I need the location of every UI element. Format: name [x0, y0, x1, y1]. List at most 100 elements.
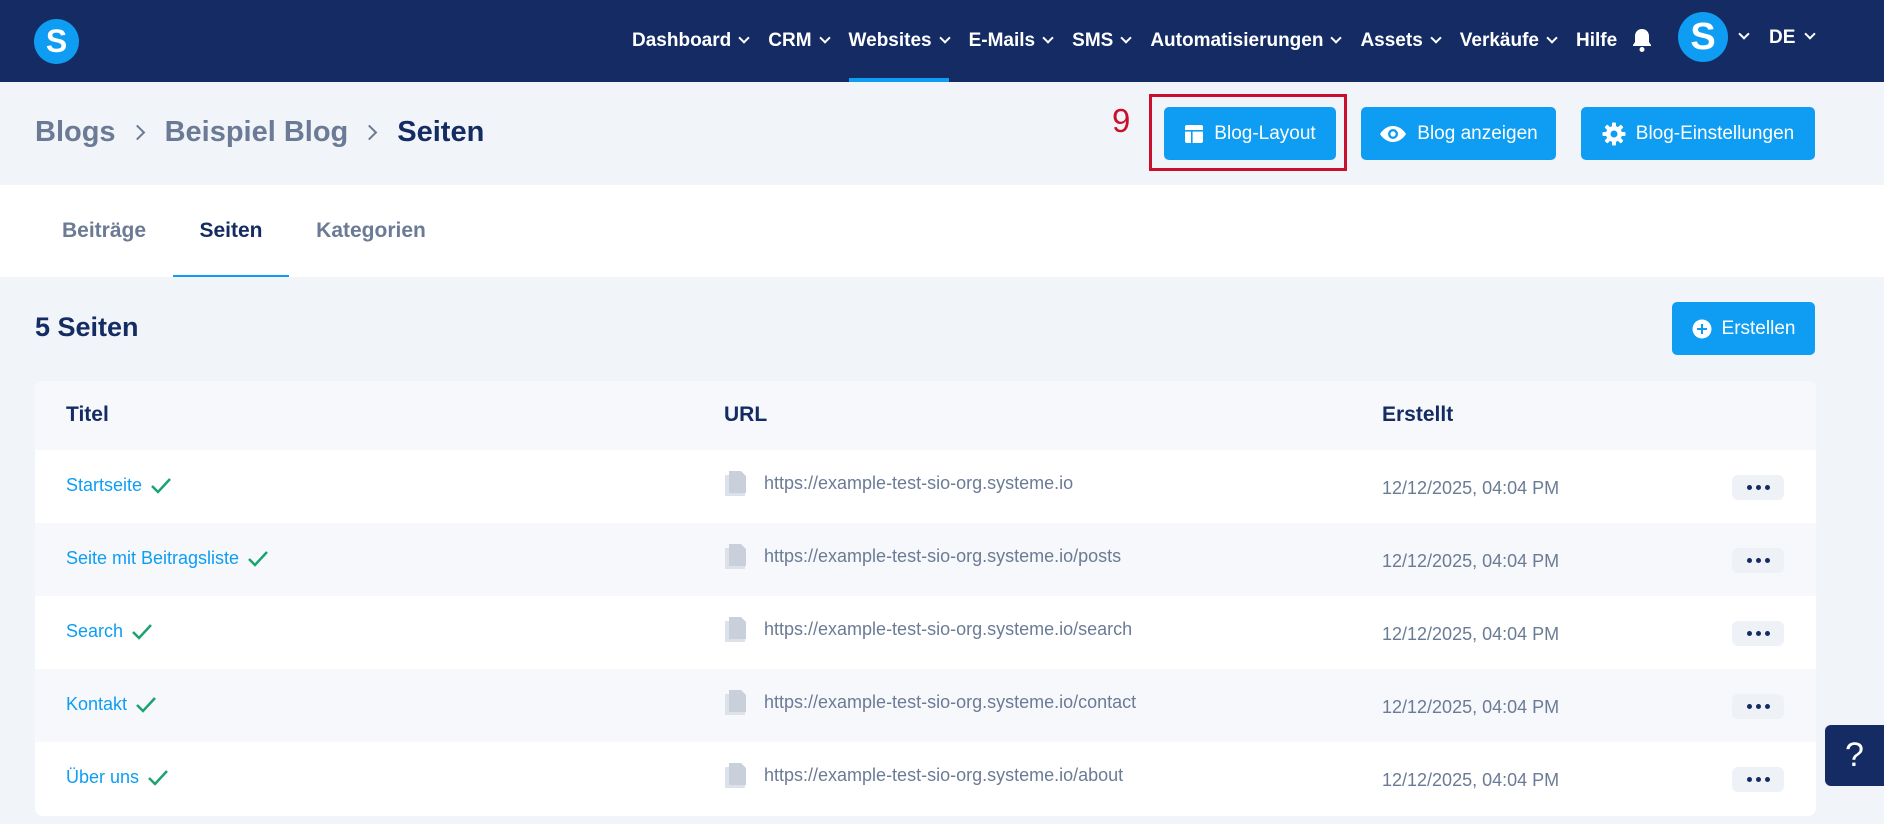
- nav-item-crm[interactable]: CRM: [768, 0, 831, 82]
- page-title-link[interactable]: Kontakt: [66, 694, 157, 715]
- step-annotation-number: 9: [1112, 102, 1131, 139]
- breadcrumb-seiten: Seiten: [397, 116, 485, 148]
- page-created-date: 12/12/2025, 04:04 PM: [1382, 551, 1560, 571]
- language-selector[interactable]: DE: [1769, 27, 1795, 49]
- blog-layout-button[interactable]: Blog-Layout: [1164, 107, 1336, 160]
- systeme-logo[interactable]: S: [34, 19, 79, 64]
- page-url: https://example-test-sio-org.systeme.io: [764, 473, 1074, 493]
- blog-view-button[interactable]: Blog anzeigen: [1361, 107, 1556, 160]
- nav-item-websites[interactable]: Websites: [848, 0, 951, 82]
- check-icon: [151, 477, 171, 494]
- nav-item-dashboard[interactable]: Dashboard: [632, 0, 750, 82]
- more-dots-icon: [1746, 777, 1752, 782]
- chevron-down-icon: [738, 32, 750, 44]
- tab-seiten[interactable]: Seiten: [173, 185, 289, 277]
- main-menu: Dashboard CRM Websites E-Mails SMS Autom…: [632, 0, 1637, 82]
- page-title-text: Kontakt: [66, 694, 128, 714]
- nav-label: CRM: [768, 30, 812, 51]
- check-icon: [136, 696, 156, 713]
- more-dots-icon: [1755, 777, 1761, 782]
- top-navigation: S Dashboard CRM Websites E-Mails SMS Aut…: [0, 0, 1884, 82]
- table-row: Kontakt https://example-test-sio-org.sys…: [35, 669, 1816, 742]
- more-dots-icon: [1746, 704, 1752, 709]
- nav-item-emails[interactable]: E-Mails: [968, 0, 1054, 82]
- page-title-link[interactable]: Über uns: [66, 767, 169, 788]
- nav-label: E-Mails: [968, 30, 1036, 51]
- more-dots-icon: [1764, 777, 1770, 782]
- blog-view-label: Blog anzeigen: [1417, 122, 1538, 144]
- nav-label: Automatisierungen: [1150, 30, 1324, 51]
- page-title-text: Seite mit Beitragsliste: [66, 548, 240, 568]
- gear-icon: [1602, 122, 1626, 145]
- create-label: Erstellen: [1721, 317, 1796, 339]
- check-icon: [132, 623, 152, 640]
- table-header: Titel URL Erstellt: [35, 381, 1816, 450]
- page-url: https://example-test-sio-org.systeme.io/…: [764, 765, 1124, 785]
- nav-item-verkaeufe[interactable]: Verkäufe: [1459, 0, 1558, 82]
- more-dots-icon: [1755, 704, 1761, 709]
- page-url: https://example-test-sio-org.systeme.io/…: [764, 546, 1122, 566]
- chevron-down-icon: [938, 32, 951, 44]
- page-title-link[interactable]: Seite mit Beitragsliste: [66, 548, 269, 569]
- page-created-date: 12/12/2025, 04:04 PM: [1382, 697, 1560, 717]
- nav-label: SMS: [1072, 30, 1114, 51]
- nav-item-sms[interactable]: SMS: [1072, 0, 1132, 82]
- nav-item-assets[interactable]: Assets: [1360, 0, 1442, 82]
- column-header-url: URL: [724, 403, 768, 426]
- chevron-down-icon[interactable]: [1738, 28, 1750, 40]
- file-icon: [725, 471, 746, 496]
- blog-settings-button[interactable]: Blog-Einstellungen: [1581, 107, 1815, 160]
- table-row: Startseite https://example-test-sio-org.…: [35, 450, 1816, 523]
- chevron-right-icon: [361, 124, 378, 141]
- bell-icon[interactable]: [1630, 27, 1654, 53]
- nav-label: Assets: [1360, 30, 1423, 51]
- row-actions-button[interactable]: [1732, 767, 1784, 792]
- nav-item-automatisierungen[interactable]: Automatisierungen: [1150, 0, 1343, 82]
- file-icon: [725, 617, 746, 642]
- chevron-down-icon: [1120, 32, 1132, 44]
- create-button[interactable]: Erstellen: [1672, 302, 1815, 355]
- breadcrumb: Blogs Beispiel Blog Seiten: [35, 116, 484, 149]
- tab-beitraege[interactable]: Beiträge: [52, 185, 156, 277]
- row-actions-button[interactable]: [1732, 475, 1784, 500]
- plus-circle-icon: [1692, 319, 1712, 338]
- page-title-text: Search: [66, 621, 124, 641]
- file-icon: [725, 763, 746, 788]
- more-dots-icon: [1764, 704, 1770, 709]
- nav-label: Dashboard: [632, 30, 732, 51]
- page-created-date: 12/12/2025, 04:04 PM: [1382, 478, 1560, 498]
- row-actions-button[interactable]: [1732, 621, 1784, 646]
- help-button[interactable]: ?: [1825, 725, 1884, 786]
- table-row: Über uns https://example-test-sio-org.sy…: [35, 742, 1816, 815]
- more-dots-icon: [1746, 558, 1752, 563]
- table-row: Seite mit Beitragsliste https://example-…: [35, 523, 1816, 596]
- column-header-created: Erstellt: [1382, 403, 1454, 426]
- chevron-down-icon: [818, 32, 831, 44]
- tab-label: Beiträge: [61, 219, 147, 242]
- tab-kategorien[interactable]: Kategorien: [309, 185, 433, 277]
- tab-bar: Beiträge Seiten Kategorien: [0, 185, 1884, 277]
- page-created-date: 12/12/2025, 04:04 PM: [1382, 624, 1560, 644]
- check-icon: [148, 769, 168, 786]
- row-actions-button[interactable]: [1732, 548, 1784, 573]
- more-dots-icon: [1746, 631, 1752, 636]
- page-title-link[interactable]: Startseite: [66, 475, 172, 496]
- chevron-down-icon: [1546, 32, 1558, 44]
- nav-label: Verkäufe: [1459, 30, 1540, 51]
- more-dots-icon: [1764, 485, 1770, 490]
- more-dots-icon: [1755, 558, 1761, 563]
- page-title-link[interactable]: Search: [66, 621, 153, 642]
- chevron-down-icon: [1042, 32, 1054, 44]
- chevron-down-icon[interactable]: [1804, 28, 1816, 40]
- blog-settings-label: Blog-Einstellungen: [1635, 122, 1795, 144]
- row-actions-button[interactable]: [1732, 694, 1784, 719]
- more-dots-icon: [1755, 631, 1761, 636]
- breadcrumb-blogs[interactable]: Blogs: [35, 116, 116, 149]
- nav-item-hilfe[interactable]: Hilfe: [1576, 0, 1617, 82]
- user-avatar[interactable]: S: [1678, 12, 1728, 62]
- page-count-title: 5 Seiten: [35, 312, 139, 342]
- breadcrumb-beispiel-blog[interactable]: Beispiel Blog: [165, 116, 349, 149]
- column-header-title: Titel: [66, 403, 109, 426]
- file-icon: [725, 690, 746, 715]
- nav-label: Websites: [848, 30, 932, 51]
